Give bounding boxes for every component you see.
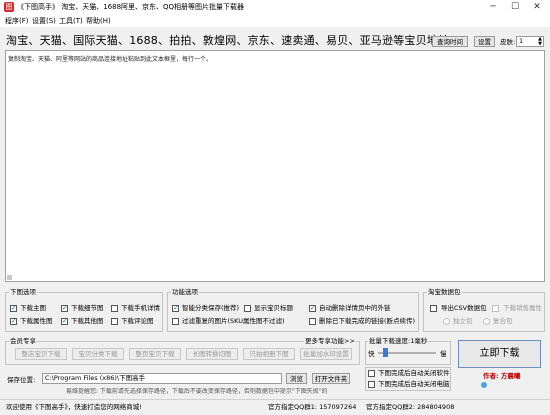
member-feature-button[interactable]: 整店宝贝下载	[15, 348, 67, 360]
taobao-pack-title: 淘宝数据包	[427, 288, 462, 296]
auto-shutdown-label: 下图完成后自动关闭电脑	[378, 380, 450, 388]
query-time-button[interactable]: 查询时间	[432, 36, 468, 47]
url-textarea[interactable]: 复制淘宝、天猫、阿里等网站的商品连接地址粘贴到此文本框里，每行一个。	[5, 50, 545, 282]
status-welcome: 欢迎使用《下图高手》，快速打造您的网络商城!	[6, 403, 142, 411]
app-icon: 图	[4, 2, 14, 12]
skin-value: 1	[519, 37, 524, 45]
save-location-label: 保存位置:	[7, 376, 36, 384]
auto-close-software-checkbox[interactable]	[368, 370, 375, 377]
resize-grip-icon	[7, 275, 12, 280]
speed-fast-label: 快	[368, 350, 375, 358]
function-option-checkbox[interactable]	[309, 304, 316, 312]
export-csv-checkbox[interactable]	[430, 305, 437, 312]
download-options-title: 下图选项	[9, 288, 37, 296]
member-feature-button[interactable]: 宝贝分类下载	[72, 348, 124, 360]
spinner-arrows-icon[interactable]: ▲ ▼	[538, 37, 542, 46]
member-feature-button[interactable]: 长图转换切图	[186, 348, 238, 360]
menu-tools[interactable]: 工具(T)	[59, 16, 83, 26]
member-feature-button[interactable]: 整页宝贝下载	[129, 348, 181, 360]
download-attrs-label: 下载销售属性	[503, 304, 542, 312]
url-textarea-text: 复制淘宝、天猫、阿里等网站的商品连接地址粘贴到此文本框里，每行一个。	[8, 56, 213, 63]
speed-value: 1毫秒	[410, 337, 428, 345]
url-header-label: 淘宝、天猫、国际天猫、1688、拍拍、敦煌网、京东、速卖通、易贝、亚马逊等宝贝地…	[6, 34, 454, 47]
more-features-link[interactable]: 更多专享功能>>	[304, 337, 356, 345]
menu-settings[interactable]: 设置(S)	[32, 16, 56, 26]
download-attrs-checkbox[interactable]	[492, 305, 499, 312]
speed-title-label: 批量下载速度:	[369, 337, 411, 345]
qq-icon	[481, 382, 487, 388]
member-zone-title: 会员专享	[9, 337, 37, 345]
save-tip: 易维提醒您: 下载前请先选择保存路径，下载后不要改变保存路径，否则数据包中提示"…	[66, 388, 328, 395]
single-pack-label: 独立包	[453, 317, 473, 325]
combined-pack-radio[interactable]	[483, 318, 490, 325]
save-path-input[interactable]: C:\Program Files (x86)\下图高手	[42, 373, 282, 384]
function-option-checkbox[interactable]	[172, 304, 179, 312]
speed-slider-thumb[interactable]	[383, 348, 388, 357]
download-options-group	[5, 292, 163, 332]
author-label: 作者: 方晨曦	[483, 372, 521, 380]
download-option-checkbox[interactable]	[61, 304, 68, 312]
export-csv-label: 导出CSV数据包	[441, 304, 487, 312]
auto-close-software-label: 下图完成后自动关闭软件	[378, 369, 450, 377]
function-option-label: 过滤重复的图片(SKU属性图不过滤)	[182, 317, 285, 325]
function-options-title: 功能选项	[171, 288, 199, 296]
function-option-label: 删除已下载完成的链接(断点续传)	[319, 317, 416, 325]
download-option-checkbox[interactable]	[10, 317, 17, 325]
single-pack-radio[interactable]	[443, 318, 450, 325]
taobao-pack-group	[423, 292, 545, 332]
member-feature-button[interactable]: 批量加水印设置	[300, 348, 352, 360]
download-option-label: 下载属性图	[20, 317, 53, 325]
function-option-label: 显示宝贝标题	[254, 304, 293, 312]
download-option-label: 下载评论图	[121, 317, 154, 325]
download-option-label: 下载细节图	[71, 304, 104, 312]
browse-button[interactable]: 浏览	[286, 373, 307, 384]
menu-help[interactable]: 帮助(H)	[86, 16, 111, 26]
auto-shutdown-checkbox[interactable]	[368, 381, 375, 388]
function-option-label: 智能分类保存(推荐)	[182, 304, 240, 312]
close-icon[interactable]: ✕	[526, 0, 548, 15]
open-folder-button[interactable]: 打开文件夹	[312, 373, 350, 384]
speed-slow-label: 慢	[440, 350, 447, 358]
download-option-label: 下载其他图	[71, 317, 104, 325]
minimize-icon[interactable]: ─	[482, 0, 504, 15]
window-title: 《下图高手》 淘宝、天猫、1688阿里、京东、QQ相册等图片批量下载器	[17, 3, 245, 11]
download-option-label: 下载手机详情	[121, 304, 160, 312]
combined-pack-label: 复合包	[493, 317, 513, 325]
skin-label: 皮肤:	[500, 38, 516, 46]
function-option-checkbox[interactable]	[244, 305, 251, 312]
member-feature-button[interactable]: 只拍相册下图	[243, 348, 295, 360]
function-option-checkbox[interactable]	[172, 318, 179, 325]
start-download-button[interactable]: 立即下载	[458, 340, 541, 368]
download-option-checkbox[interactable]	[111, 305, 118, 312]
status-qq-group-1: 官方指定QQ群1: 157097264	[268, 403, 357, 411]
download-option-label: 下载主图	[20, 304, 46, 312]
function-option-checkbox[interactable]	[309, 318, 316, 325]
skin-spinner[interactable]: 1 ▲ ▼	[516, 36, 544, 47]
download-option-checkbox[interactable]	[111, 318, 118, 325]
download-option-checkbox[interactable]	[10, 304, 17, 312]
function-option-label: 自动删除详情页中的外链	[319, 304, 391, 312]
status-qq-group-2: 官方指定QQ群2: 284804908	[366, 403, 455, 411]
function-options-group	[167, 292, 419, 332]
menu-program[interactable]: 程序(F)	[5, 16, 29, 26]
settings-button[interactable]: 设置	[474, 36, 495, 47]
download-option-checkbox[interactable]	[61, 317, 68, 325]
maximize-icon[interactable]: ☐	[504, 0, 526, 15]
speed-title: 批量下载速度:1毫秒	[368, 337, 429, 345]
